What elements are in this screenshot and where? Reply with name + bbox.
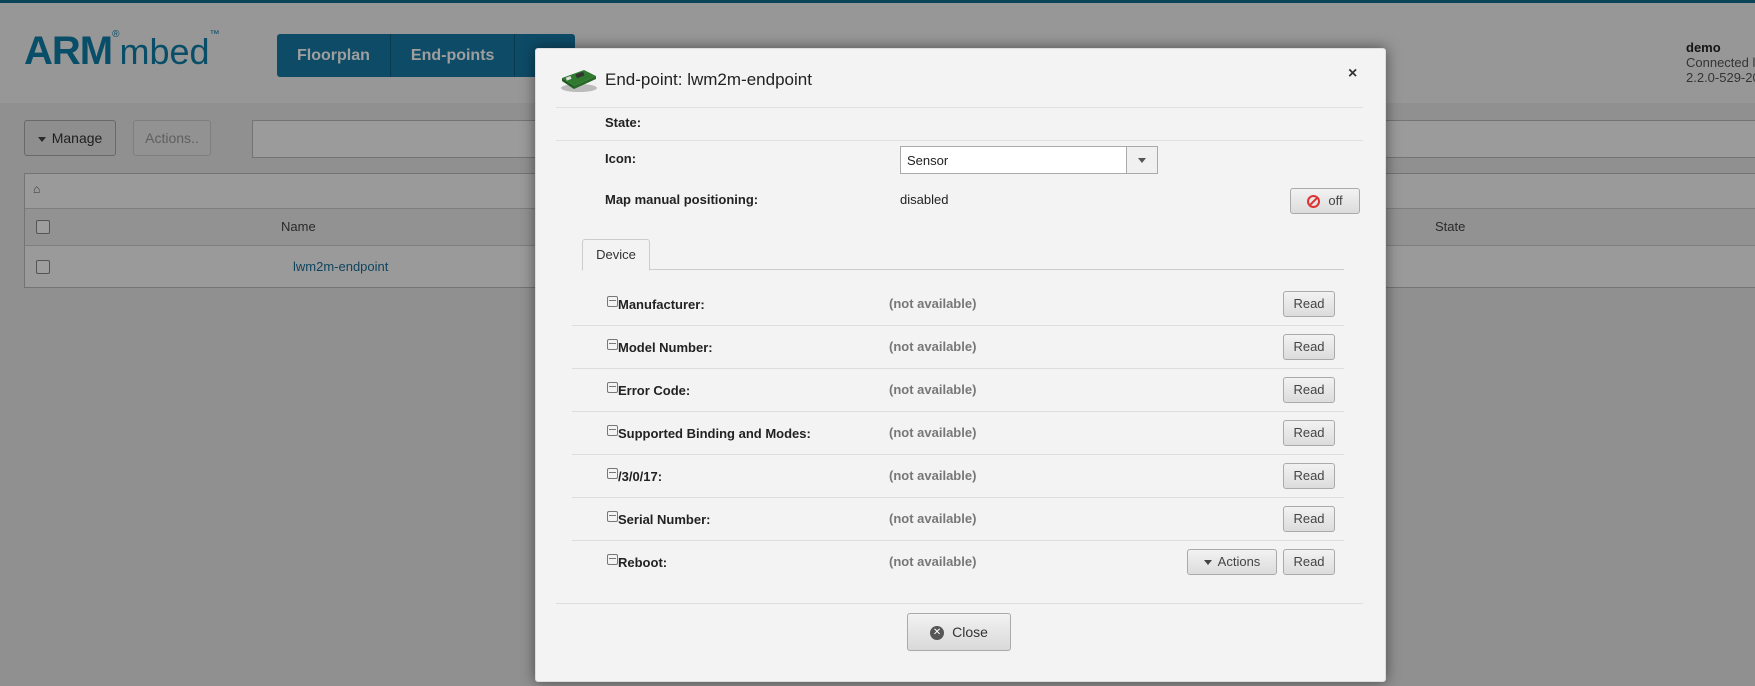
property-row: Model Number: (not available) Read [572,326,1344,369]
property-label: Serial Number: [618,512,711,527]
read-button[interactable]: Read [1283,463,1335,489]
read-button[interactable]: Read [1283,377,1335,403]
toggle-label: off [1328,193,1343,208]
read-button[interactable]: Read [1283,506,1335,532]
close-circle-icon: ✕ [930,626,945,641]
property-label: Error Code: [618,383,691,398]
close-icon[interactable]: × [1348,65,1357,83]
property-label: Manufacturer: [618,297,705,312]
property-label: /3/0/17: [618,469,663,484]
read-button[interactable]: Read [1283,291,1335,317]
property-value: (not available) [889,339,977,354]
resource-icon [607,339,618,350]
endpoint-modal: End-point: lwm2m-endpoint × State: Icon:… [535,48,1386,682]
close-label: Close [952,624,988,640]
resource-icon [607,511,618,522]
map-positioning-toggle[interactable]: off [1290,188,1360,214]
read-button[interactable]: Read [1283,334,1335,360]
actions-label: Actions [1217,554,1261,569]
tab-strip-line [582,269,1344,270]
property-row: /3/0/17: (not available) Read [572,455,1344,498]
divider [556,140,1363,141]
property-value: (not available) [889,511,977,526]
property-row: Supported Binding and Modes: (not availa… [572,412,1344,455]
property-row: Manufacturer: (not available) Read [572,283,1344,326]
property-row: Serial Number: (not available) Read [572,498,1344,541]
map-positioning-label: Map manual positioning: [605,192,759,207]
divider [556,107,1363,108]
icon-label: Icon: [605,151,637,166]
property-label: Supported Binding and Modes: [618,426,811,441]
read-button[interactable]: Read [1283,420,1335,446]
disabled-icon [1307,195,1321,209]
device-board-icon [561,70,597,92]
icon-select-value: Sensor [907,153,949,168]
footer-divider [556,603,1363,604]
property-row: Error Code: (not available) Read [572,369,1344,412]
icon-select[interactable]: Sensor [900,146,1158,174]
property-value: (not available) [889,554,977,569]
property-value: (not available) [889,425,977,440]
tab-device[interactable]: Device [582,239,650,271]
read-button[interactable]: Read [1283,549,1335,575]
resource-icon [607,296,618,307]
resource-icon [607,382,618,393]
resource-icon [607,425,618,436]
property-value: (not available) [889,296,977,311]
property-value: (not available) [889,382,977,397]
state-label: State: [605,115,642,130]
property-label: Model Number: [618,340,713,355]
modal-title: End-point: lwm2m-endpoint [605,70,812,89]
property-value: (not available) [889,468,977,483]
property-label: Reboot: [618,555,668,570]
resource-icon [607,554,618,565]
map-positioning-value: disabled [900,192,949,207]
chevron-down-icon[interactable] [1126,147,1157,173]
close-button[interactable]: ✕ Close [907,613,1011,651]
actions-dropdown-button[interactable]: Actions [1187,549,1277,575]
caret-down-icon [1203,560,1212,566]
property-row: Reboot: (not available) Actions Read [572,541,1344,583]
resource-icon [607,468,618,479]
